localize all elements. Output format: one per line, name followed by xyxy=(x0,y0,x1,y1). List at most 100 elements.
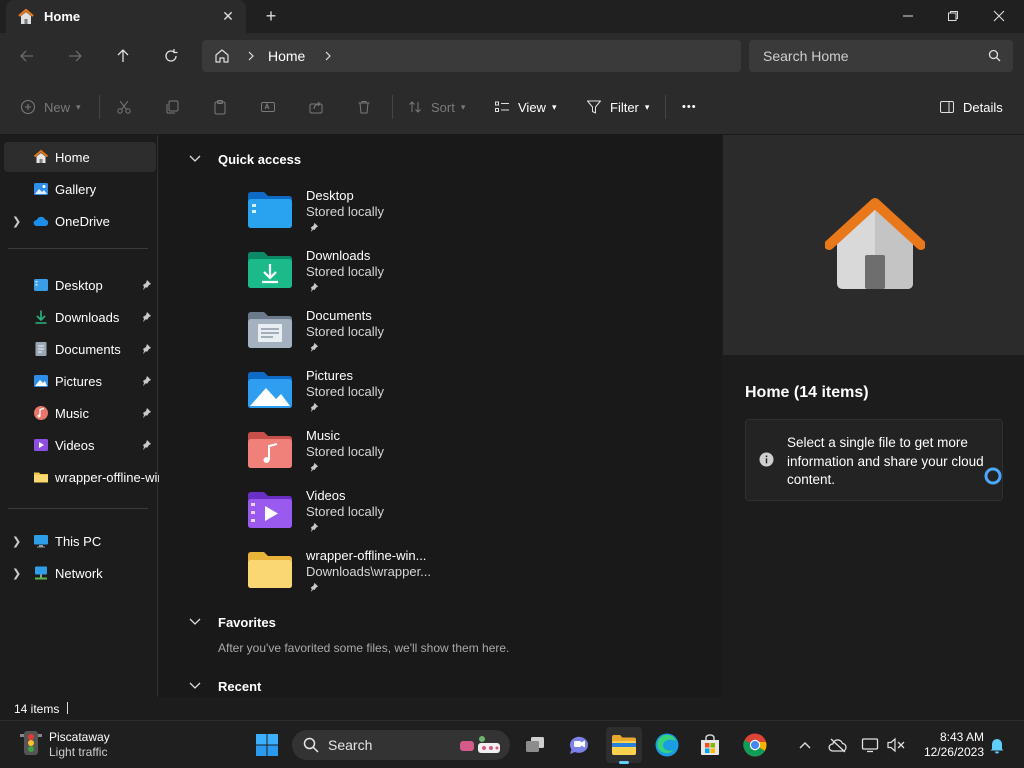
new-tab-button[interactable]: + xyxy=(262,6,280,26)
close-window-button[interactable] xyxy=(976,0,1022,32)
sidebar-item-desktop[interactable]: Desktop xyxy=(4,270,156,300)
close-tab-icon[interactable]: ✕ xyxy=(220,8,236,24)
preview-area xyxy=(723,135,1024,355)
pin-icon[interactable] xyxy=(309,582,319,592)
sidebar-item-onedrive[interactable]: ❯ OneDrive xyxy=(4,206,156,236)
quick-access-item-music[interactable]: Music Stored locally xyxy=(245,428,545,484)
chevron-right-icon[interactable]: ❯ xyxy=(12,567,21,580)
tab-home[interactable]: Home ✕ xyxy=(6,0,246,33)
quick-access-item-desktop[interactable]: Desktop Stored locally xyxy=(245,188,545,244)
section-recent[interactable]: Recent xyxy=(189,676,261,696)
refresh-icon xyxy=(165,49,178,62)
share-button[interactable] xyxy=(308,96,324,118)
pin-icon[interactable] xyxy=(309,282,319,292)
file-explorer-button[interactable] xyxy=(606,727,642,764)
sidebar-item-music[interactable]: Music xyxy=(4,398,156,428)
notifications-button[interactable] xyxy=(985,733,1009,757)
search-input[interactable] xyxy=(763,47,983,65)
more-options-button[interactable]: ••• xyxy=(682,96,697,118)
pin-icon[interactable] xyxy=(309,342,319,352)
pin-icon[interactable] xyxy=(141,311,152,322)
sidebar-item-home[interactable]: Home xyxy=(4,142,156,172)
onedrive-tray-button[interactable] xyxy=(826,733,850,757)
address-bar[interactable]: Home xyxy=(202,40,741,72)
network-volume-tray-button[interactable] xyxy=(884,733,908,757)
details-button[interactable]: Details xyxy=(939,96,1003,118)
sidebar-item-this-pc[interactable]: ❯ This PC xyxy=(4,526,156,556)
taskbar-search[interactable]: Search xyxy=(292,730,510,760)
home-icon xyxy=(33,149,49,163)
section-quick-access[interactable]: Quick access xyxy=(189,149,301,169)
weather-status: Light traffic xyxy=(49,745,108,759)
navigation-bar: Home xyxy=(0,33,1024,80)
sort-button[interactable]: Sort ▾ xyxy=(407,96,465,118)
sidebar-item-downloads[interactable]: Downloads xyxy=(4,302,156,332)
arrow-left-icon xyxy=(20,50,33,62)
chevron-right-icon[interactable] xyxy=(323,51,333,61)
quick-access-item-wrapper-offline[interactable]: wrapper-offline-win... Downloads\wrapper… xyxy=(245,548,545,604)
show-hidden-icons-button[interactable] xyxy=(793,733,817,757)
favorites-empty-message: After you've favorited some files, we'll… xyxy=(218,641,510,655)
pin-icon[interactable] xyxy=(309,522,319,532)
forward-button[interactable] xyxy=(61,43,89,69)
chevron-right-icon[interactable] xyxy=(246,51,256,61)
task-view-button[interactable] xyxy=(519,729,551,761)
sidebar-item-gallery[interactable]: Gallery xyxy=(4,174,156,204)
filter-button[interactable]: Filter ▾ xyxy=(586,96,649,118)
view-button[interactable]: View ▾ xyxy=(494,96,556,118)
chevron-down-icon xyxy=(189,682,201,689)
clock[interactable]: 8:43 AM 12/26/2023 xyxy=(914,730,984,760)
chevron-down-icon: ▾ xyxy=(460,101,466,112)
quick-access-item-documents[interactable]: Documents Stored locally xyxy=(245,308,545,364)
display-tray-button[interactable] xyxy=(858,733,882,757)
sidebar-item-videos[interactable]: Videos xyxy=(4,430,156,460)
store-button[interactable] xyxy=(694,729,726,761)
teams-chat-button[interactable] xyxy=(563,729,595,761)
quick-access-item-downloads[interactable]: Downloads Stored locally xyxy=(245,248,545,304)
minimize-icon xyxy=(903,15,913,17)
up-button[interactable] xyxy=(109,43,137,69)
back-button[interactable] xyxy=(13,43,41,69)
start-button[interactable] xyxy=(251,729,283,761)
monitor-icon xyxy=(861,738,879,753)
restore-button[interactable] xyxy=(930,0,976,32)
pin-icon[interactable] xyxy=(141,407,152,418)
sidebar-item-network[interactable]: ❯ Network xyxy=(4,558,156,588)
sidebar-item-wrapper-offline[interactable]: wrapper-offline-win xyxy=(4,462,159,492)
traffic-light-icon xyxy=(20,731,42,755)
chevron-right-icon[interactable]: ❯ xyxy=(12,215,21,228)
pin-icon[interactable] xyxy=(309,462,319,472)
refresh-button[interactable] xyxy=(157,43,185,69)
sidebar-item-documents[interactable]: Documents xyxy=(4,334,156,364)
pin-icon[interactable] xyxy=(141,375,152,386)
quick-access-item-pictures[interactable]: Pictures Stored locally xyxy=(245,368,545,424)
pin-icon[interactable] xyxy=(309,402,319,412)
pin-icon[interactable] xyxy=(309,222,319,232)
new-button[interactable]: New ▾ xyxy=(20,96,81,118)
pin-icon[interactable] xyxy=(141,279,152,290)
section-favorites[interactable]: Favorites xyxy=(189,612,276,632)
copy-button[interactable] xyxy=(164,96,180,118)
cut-button[interactable] xyxy=(116,96,132,118)
paste-button[interactable] xyxy=(212,96,228,118)
pin-icon[interactable] xyxy=(141,439,152,450)
edge-button[interactable] xyxy=(651,729,683,761)
music-folder-icon xyxy=(248,432,292,468)
sidebar-item-pictures[interactable]: Pictures xyxy=(4,366,156,396)
quick-access-item-videos[interactable]: Videos Stored locally xyxy=(245,488,545,544)
weather-widget[interactable]: Piscataway Light traffic xyxy=(18,729,110,762)
pin-icon[interactable] xyxy=(141,343,152,354)
chrome-button[interactable] xyxy=(739,729,771,761)
item-status: Stored locally xyxy=(306,264,385,279)
plus-circle-icon xyxy=(20,99,36,115)
breadcrumb-home[interactable]: Home xyxy=(268,48,305,64)
delete-button[interactable] xyxy=(356,96,372,118)
navigation-pane: Home Gallery ❯ OneDrive Desktop Download… xyxy=(0,135,159,697)
rename-button[interactable] xyxy=(260,96,276,118)
details-pane-icon xyxy=(940,101,954,113)
chevron-right-icon[interactable]: ❯ xyxy=(12,535,21,548)
desktop-folder-icon xyxy=(34,279,48,291)
search-icon[interactable] xyxy=(988,49,1001,62)
minimize-button[interactable] xyxy=(885,0,931,32)
content-area: Quick access Desktop Stored locally Down… xyxy=(159,135,722,697)
